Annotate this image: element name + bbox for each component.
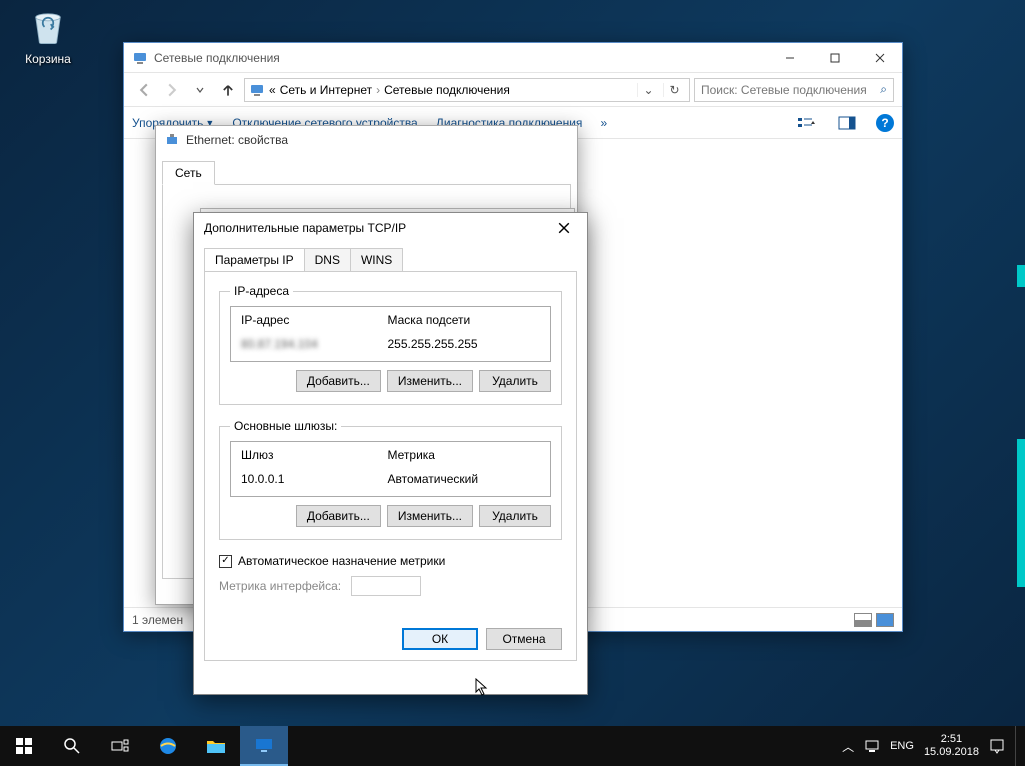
ip-edit-button[interactable]: Изменить... — [387, 370, 473, 392]
col-subnet-mask: Маска подсети — [388, 313, 540, 327]
task-view-button[interactable] — [96, 726, 144, 766]
ie-icon — [157, 735, 179, 757]
breadcrumb-item[interactable]: Сетевые подключения — [384, 83, 510, 97]
ip-delete-button[interactable]: Удалить — [479, 370, 551, 392]
tcpip-panel: IP-адреса IP-адрес Маска подсети 80.87.1… — [204, 271, 577, 661]
subnet-mask-value: 255.255.255.255 — [388, 337, 540, 351]
ip-addresses-group: IP-адреса IP-адрес Маска подсети 80.87.1… — [219, 284, 562, 405]
gateways-list[interactable]: Шлюз Метрика 10.0.0.1 Автоматический — [230, 441, 551, 497]
gw-delete-button[interactable]: Удалить — [479, 505, 551, 527]
tab-wins[interactable]: WINS — [350, 248, 403, 272]
gateways-legend: Основные шлюзы: — [230, 419, 341, 433]
ip-addresses-list[interactable]: IP-адрес Маска подсети 80.87.194.104 255… — [230, 306, 551, 362]
nav-back-button[interactable] — [132, 78, 156, 102]
file-explorer-icon — [206, 738, 226, 754]
accent-bar — [1017, 439, 1025, 587]
clock-time: 2:51 — [924, 733, 979, 746]
ip-addresses-legend: IP-адреса — [230, 284, 293, 298]
minimize-button[interactable] — [767, 43, 812, 73]
auto-metric-checkbox[interactable]: ✓ Автоматическое назначение метрики — [219, 554, 562, 568]
gateway-metric-value: Автоматический — [388, 472, 540, 486]
gw-edit-button[interactable]: Изменить... — [387, 505, 473, 527]
search-placeholder: Поиск: Сетевые подключения — [701, 83, 867, 97]
clock[interactable]: 2:51 15.09.2018 — [924, 733, 979, 759]
recycle-bin-icon — [27, 5, 69, 47]
close-button[interactable] — [551, 215, 577, 241]
desktop-icon-label: Корзина — [10, 52, 86, 66]
tcpip-titlebar[interactable]: Дополнительные параметры TCP/IP — [194, 213, 587, 243]
ip-address-value: 80.87.194.104 — [241, 337, 388, 351]
explorer-title: Сетевые подключения — [154, 51, 767, 65]
tray-overflow-button[interactable]: ︿ — [842, 738, 854, 755]
taskbar: ︿ ENG 2:51 15.09.2018 — [0, 726, 1025, 766]
taskbar-app-ie[interactable] — [144, 726, 192, 766]
ethernet-icon — [164, 132, 180, 148]
view-options-button[interactable] — [796, 112, 818, 134]
ip-address-row[interactable]: 80.87.194.104 255.255.255.255 — [231, 333, 550, 361]
col-gateway: Шлюз — [241, 448, 388, 462]
explorer-navrow: « Сеть и Интернет › Сетевые подключения … — [124, 73, 902, 107]
cancel-button[interactable]: Отмена — [486, 628, 562, 650]
tab-network[interactable]: Сеть — [162, 161, 215, 185]
start-button[interactable] — [0, 726, 48, 766]
network-connections-icon — [132, 50, 148, 66]
ok-button[interactable]: ОК — [402, 628, 478, 650]
address-bar[interactable]: « Сеть и Интернет › Сетевые подключения … — [244, 78, 690, 102]
language-indicator[interactable]: ENG — [890, 740, 914, 752]
clock-date: 15.09.2018 — [924, 746, 979, 759]
search-icon: ⌕ — [880, 82, 887, 97]
accent-bar — [1017, 265, 1025, 287]
ethernet-properties-titlebar[interactable]: Ethernet: свойства — [156, 126, 577, 154]
col-ip-address: IP-адрес — [241, 313, 388, 327]
system-tray: ︿ ENG 2:51 15.09.2018 — [842, 726, 1025, 766]
interface-metric-input — [351, 576, 421, 596]
checkbox-checked-icon: ✓ — [219, 555, 232, 568]
gateway-value: 10.0.0.1 — [241, 472, 388, 486]
taskbar-app-explorer[interactable] — [192, 726, 240, 766]
status-text: 1 элемен — [132, 613, 183, 627]
tab-dns[interactable]: DNS — [304, 248, 351, 272]
tcpip-title: Дополнительные параметры TCP/IP — [204, 221, 406, 235]
search-icon — [63, 737, 81, 755]
windows-logo-icon — [16, 738, 32, 754]
breadcrumb-prefix: « — [269, 83, 276, 97]
chevron-right-icon: › — [376, 83, 380, 97]
search-button[interactable] — [48, 726, 96, 766]
explorer-titlebar[interactable]: Сетевые подключения — [124, 43, 902, 73]
interface-metric-label: Метрика интерфейса: — [219, 579, 341, 593]
refresh-button[interactable]: ↻ — [663, 83, 685, 97]
network-connections-icon — [249, 82, 265, 98]
search-input[interactable]: Поиск: Сетевые подключения ⌕ — [694, 78, 894, 102]
desktop-icon-recycle-bin[interactable]: Корзина — [10, 5, 86, 66]
toolbar-overflow-button[interactable]: » — [600, 116, 607, 130]
nav-recent-button[interactable] — [188, 78, 212, 102]
ip-add-button[interactable]: Добавить... — [296, 370, 381, 392]
gw-add-button[interactable]: Добавить... — [296, 505, 381, 527]
view-mode-buttons[interactable] — [854, 613, 894, 627]
preview-pane-button[interactable] — [836, 112, 858, 134]
nav-up-button[interactable] — [216, 78, 240, 102]
tcpip-advanced-dialog: Дополнительные параметры TCP/IP Параметр… — [193, 212, 588, 695]
maximize-button[interactable] — [812, 43, 857, 73]
gateways-group: Основные шлюзы: Шлюз Метрика 10.0.0.1 Ав… — [219, 419, 562, 540]
col-metric: Метрика — [388, 448, 540, 462]
taskbar-app-network-settings[interactable] — [240, 726, 288, 766]
show-desktop-button[interactable] — [1015, 726, 1019, 766]
ethernet-properties-title: Ethernet: свойства — [186, 133, 288, 147]
close-button[interactable] — [857, 43, 902, 73]
tab-ip-parameters[interactable]: Параметры IP — [204, 248, 305, 272]
nav-forward-button[interactable] — [160, 78, 184, 102]
network-tray-icon[interactable] — [864, 738, 880, 754]
address-dropdown-button[interactable]: ⌄ — [637, 83, 659, 97]
notifications-icon[interactable] — [989, 738, 1005, 754]
auto-metric-label: Автоматическое назначение метрики — [238, 554, 445, 568]
breadcrumb-item[interactable]: Сеть и Интернет — [280, 83, 372, 97]
help-button[interactable]: ? — [876, 114, 894, 132]
gateway-row[interactable]: 10.0.0.1 Автоматический — [231, 468, 550, 496]
task-view-icon — [111, 739, 129, 753]
network-settings-icon — [254, 737, 274, 753]
